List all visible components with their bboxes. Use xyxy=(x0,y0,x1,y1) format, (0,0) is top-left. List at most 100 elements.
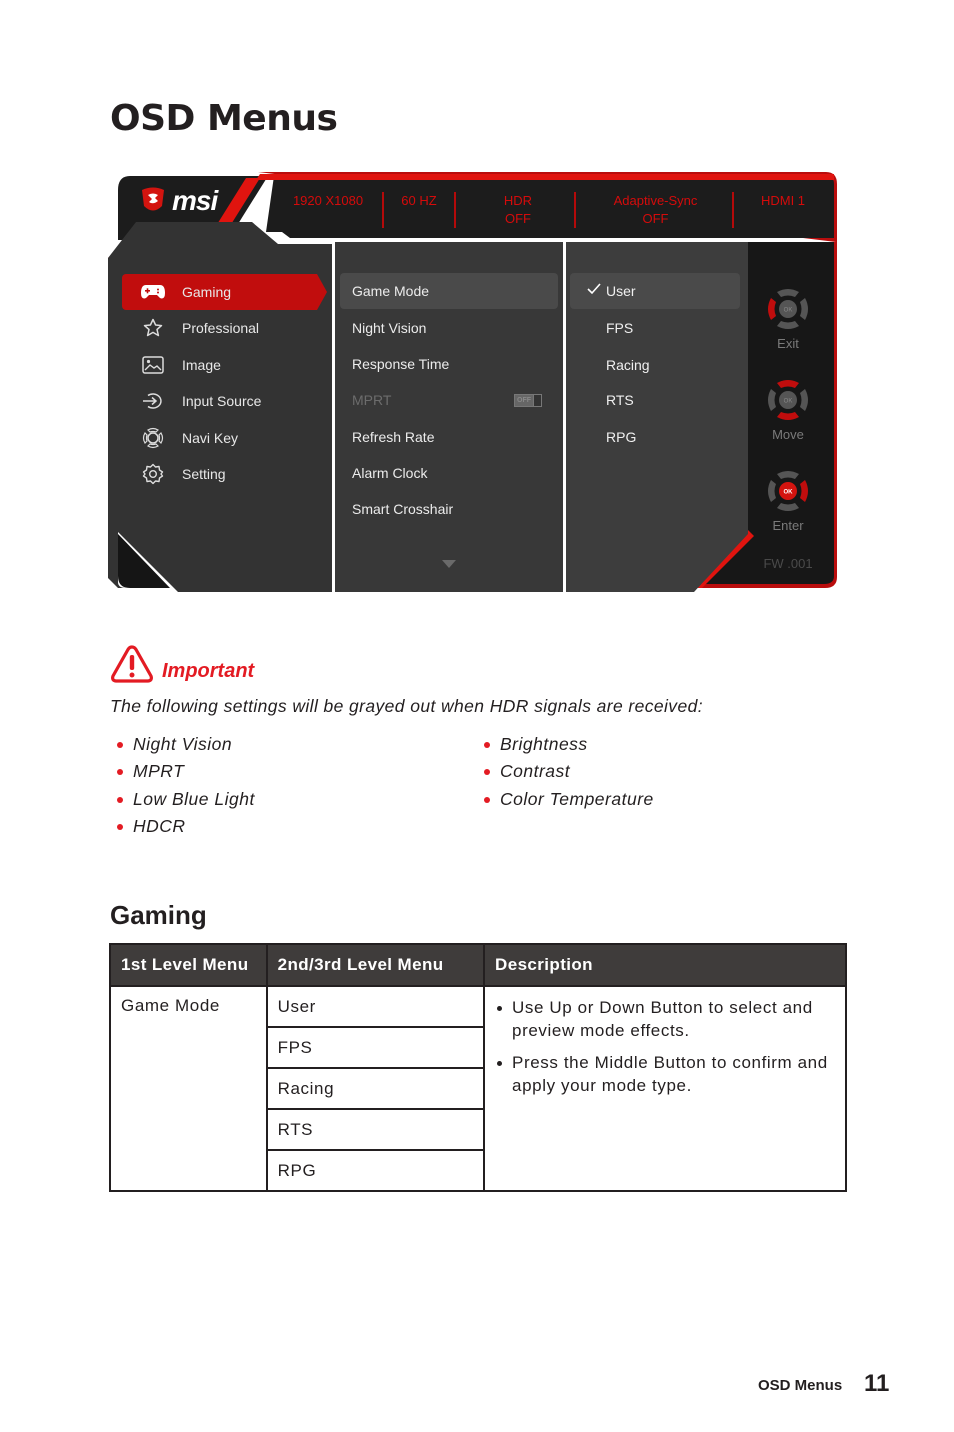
status-input: HDMI 1 xyxy=(760,193,806,208)
header-description: Description xyxy=(483,943,847,987)
menu1-professional[interactable]: Professional xyxy=(122,310,327,346)
nav-exit: OK Exit xyxy=(763,286,813,351)
important-notice: Important xyxy=(110,644,254,684)
list-item: MPRT xyxy=(110,761,255,788)
svg-text:OK: OK xyxy=(784,308,793,314)
menu3-label: RPG xyxy=(606,429,637,445)
joystick-up-down-icon: OK xyxy=(768,380,808,420)
menu3-rpg[interactable]: RPG xyxy=(570,419,740,455)
warning-icon xyxy=(111,645,153,683)
list-item: Brightness xyxy=(477,734,654,761)
menu1-setting[interactable]: Setting xyxy=(122,456,327,492)
svg-text:OK: OK xyxy=(784,490,794,496)
header-2nd-3rd-level: 2nd/3rd Level Menu xyxy=(265,943,486,987)
menu3-label: User xyxy=(606,283,636,299)
menu3-racing[interactable]: Racing xyxy=(570,347,740,383)
status-divider xyxy=(732,192,734,228)
cell-description: Use Up or Down Button to select and prev… xyxy=(483,985,847,1192)
menu2-alarm-clock[interactable]: Alarm Clock xyxy=(340,455,558,491)
menu2-game-mode[interactable]: Game Mode xyxy=(340,273,558,309)
list-item: Low Blue Light xyxy=(110,789,255,816)
menu3-user[interactable]: User xyxy=(570,273,740,309)
input-source-icon xyxy=(138,390,168,412)
menu1-label: Setting xyxy=(182,466,226,482)
list-item: Night Vision xyxy=(110,734,255,761)
important-description: The following settings will be grayed ou… xyxy=(110,696,703,716)
menu2-refresh-rate[interactable]: Refresh Rate xyxy=(340,419,558,455)
menu1-label: Navi Key xyxy=(182,430,239,446)
menu2-label: Alarm Clock xyxy=(352,465,428,481)
mprt-toggle[interactable]: OFF xyxy=(514,394,542,407)
toggle-knob xyxy=(533,395,541,406)
nav-enter: OK Enter xyxy=(763,468,813,533)
cell-2nd-level: RTS xyxy=(265,1108,486,1151)
menu2-label: Night Vision xyxy=(352,320,427,336)
menu1-gaming[interactable]: Gaming xyxy=(122,274,327,310)
cell-2nd-level: RPG xyxy=(265,1149,486,1192)
list-item: HDCR xyxy=(110,816,255,843)
status-adaptive-sync: Adaptive-Sync OFF xyxy=(613,193,698,226)
brand-name: msi xyxy=(172,185,218,216)
description-item: Use Up or Down Button to select and prev… xyxy=(495,996,835,1042)
cell-2nd-level: FPS xyxy=(265,1026,486,1069)
scroll-down-arrow-icon[interactable] xyxy=(442,560,456,568)
menu2-label: Refresh Rate xyxy=(352,429,435,445)
joystick-left-icon: OK xyxy=(768,289,808,329)
menu3-label: Racing xyxy=(606,357,650,373)
image-icon xyxy=(138,354,168,376)
status-divider xyxy=(574,192,576,228)
star-icon xyxy=(138,317,168,339)
menu1-label: Gaming xyxy=(182,284,232,300)
nav-label: Move xyxy=(772,427,804,442)
menu1-label: Professional xyxy=(182,320,260,336)
menu3-rts[interactable]: RTS xyxy=(570,382,740,418)
nav-label: Enter xyxy=(772,518,804,533)
menu2-smart-crosshair[interactable]: Smart Crosshair xyxy=(340,491,558,527)
list-item: Color Temperature xyxy=(477,789,654,816)
page-number: 11 xyxy=(864,1370,890,1397)
menu2-night-vision[interactable]: Night Vision xyxy=(340,310,558,346)
hdr-grayed-list-left: Night Vision MPRT Low Blue Light HDCR xyxy=(110,734,255,843)
menu1-navi-key[interactable]: Navi Key xyxy=(122,420,327,456)
cell-1st-level: Game Mode xyxy=(109,985,268,1192)
table-row: Game Mode User Use Up or Down Button to … xyxy=(109,985,847,1192)
menu1-label: Image xyxy=(182,357,221,373)
menu3-fps[interactable]: FPS xyxy=(570,310,740,346)
status-divider xyxy=(382,192,384,228)
menu2-label: Game Mode xyxy=(352,283,430,299)
msi-logo: msi xyxy=(140,185,218,216)
status-resolution: 1920 X1080 xyxy=(292,193,364,208)
menu3-label: FPS xyxy=(606,320,634,336)
cell-2nd-level: User xyxy=(265,985,486,1028)
gaming-menu-table: 1st Level Menu 2nd/3rd Level Menu Descri… xyxy=(109,943,847,1192)
svg-text:OK: OK xyxy=(784,399,793,405)
description-item: Press the Middle Button to confirm and a… xyxy=(495,1051,835,1097)
gear-icon xyxy=(138,463,168,485)
nav-label: Exit xyxy=(777,336,799,351)
cell-2nd-level: Racing xyxy=(265,1067,486,1110)
menu1-input-source[interactable]: Input Source xyxy=(122,383,327,419)
hdr-grayed-list-right: Brightness Contrast Color Temperature xyxy=(477,734,654,816)
toggle-state: OFF xyxy=(517,397,531,404)
list-item: Contrast xyxy=(477,761,654,788)
status-divider xyxy=(454,192,456,228)
menu2-label: Response Time xyxy=(352,356,450,372)
menu1-image[interactable]: Image xyxy=(122,347,327,383)
checkmark-icon xyxy=(587,283,601,295)
status-refresh: 60 HZ xyxy=(401,193,437,208)
navi-key-icon xyxy=(138,427,168,449)
header-1st-level: 1st Level Menu xyxy=(109,943,268,987)
menu3-label: RTS xyxy=(606,392,634,408)
osd-menu-screenshot: msi 1920 X1080 60 HZ HDR OFF Adaptive-Syn… xyxy=(108,172,838,592)
menu2-label: MPRT xyxy=(352,392,392,408)
menu2-label: Smart Crosshair xyxy=(352,501,454,517)
page-title: OSD Menus xyxy=(110,98,338,139)
firmware-version: FW .001 xyxy=(763,556,813,571)
menu2-response-time[interactable]: Response Time xyxy=(340,346,558,382)
gamepad-icon xyxy=(138,281,168,303)
menu2-mprt[interactable]: MPRT OFF xyxy=(340,382,558,418)
msi-dragon-shield-icon xyxy=(142,187,164,211)
footer-section-label: OSD Menus xyxy=(758,1377,843,1394)
joystick-ok-icon: OK xyxy=(768,471,808,511)
nav-move: OK Move xyxy=(763,377,813,442)
